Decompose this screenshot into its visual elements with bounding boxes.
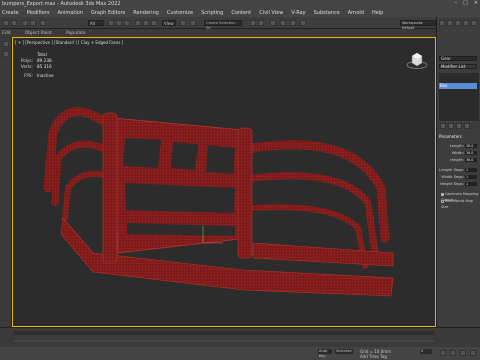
unlink-icon[interactable] xyxy=(30,20,36,26)
menu-rendering[interactable]: Rendering xyxy=(133,10,159,16)
command-panel: Gear Modifier List Box Parameters Length… xyxy=(436,17,480,327)
menu-create[interactable]: Create xyxy=(2,10,19,16)
display-tab-icon[interactable] xyxy=(471,20,477,26)
modifier-stack xyxy=(439,73,479,121)
menu-modifiers[interactable]: Modifiers xyxy=(27,10,50,16)
object-name-field[interactable]: Gear xyxy=(439,56,477,61)
maximize-icon[interactable]: □ xyxy=(463,0,468,6)
real-world-map-checkbox[interactable]: Real-World Map Size xyxy=(441,198,480,209)
parameters-rollout-header[interactable]: Parameters xyxy=(439,134,479,140)
next-frame-icon[interactable] xyxy=(450,350,456,356)
param-width-segs: Width Segs: 1 xyxy=(439,174,479,180)
window-title: bumpers_Export.max - Autodesk 3ds Max 20… xyxy=(2,1,121,7)
ribbon-tab-populate[interactable]: Populate xyxy=(66,31,86,36)
modifier-list-dropdown[interactable]: Modifier List xyxy=(439,64,477,69)
named-selection-set-field[interactable]: Create Selection Se xyxy=(204,20,242,30)
current-frame-field[interactable]: 0 xyxy=(420,349,432,354)
link-icon[interactable] xyxy=(22,20,28,26)
move-icon[interactable] xyxy=(135,20,141,26)
scale-icon[interactable] xyxy=(151,20,157,26)
orbit-icon[interactable] xyxy=(470,350,476,356)
minimize-icon[interactable]: – xyxy=(455,0,458,6)
menu-customize[interactable]: Customize xyxy=(167,10,193,16)
mirror-icon[interactable] xyxy=(250,20,256,26)
hierarchy-tab-icon[interactable] xyxy=(455,20,461,26)
select-object-icon[interactable] xyxy=(108,20,114,26)
bumper-mesh[interactable] xyxy=(13,38,437,328)
param-height-segs-spinner[interactable]: 1 xyxy=(465,182,477,186)
menu-animation[interactable]: Animation xyxy=(57,10,83,16)
layer-explorer-icon[interactable] xyxy=(3,51,9,57)
param-length-spinner[interactable]: 38.0 xyxy=(465,144,477,148)
menu-arnold[interactable]: Arnold xyxy=(348,10,364,16)
menu-scripting[interactable]: Scripting xyxy=(201,10,223,16)
time-slider[interactable] xyxy=(14,331,434,335)
material-editor-icon[interactable] xyxy=(270,20,276,26)
param-height-segs: Height Segs: 1 xyxy=(439,181,479,187)
undo-icon[interactable] xyxy=(3,20,9,26)
key-filter-dropdown[interactable]: Selected xyxy=(335,349,353,354)
remove-modifier-icon[interactable] xyxy=(464,123,470,129)
generate-mapping-checkbox[interactable]: Generate Mapping Coords. xyxy=(441,191,480,202)
ribbon-tabs: Edit Object Paint Populate xyxy=(0,29,480,37)
param-height-spinner[interactable]: 36.0 xyxy=(465,158,477,162)
zoom-extents-icon[interactable] xyxy=(460,350,466,356)
scene-explorer-icon[interactable] xyxy=(3,41,9,47)
menu-help[interactable]: Help xyxy=(372,10,383,16)
redo-icon[interactable] xyxy=(11,20,17,26)
selection-filter-dropdown[interactable]: All xyxy=(88,20,104,26)
close-icon[interactable]: × xyxy=(474,0,478,6)
status-bar: Grid = 10.0mm Add Time Tag Auto Key Sele… xyxy=(0,347,480,360)
snaps-toggle-icon[interactable] xyxy=(190,20,196,26)
render-icon[interactable] xyxy=(300,20,306,26)
rotate-icon[interactable] xyxy=(143,20,149,26)
menu-bar: Create Modifiers Animation Graph Editors… xyxy=(0,8,480,17)
make-unique-icon[interactable] xyxy=(456,123,462,129)
modify-tab-icon[interactable] xyxy=(447,20,453,26)
modifier-stack-item-box[interactable]: Box xyxy=(439,83,477,89)
param-length: Length: 38.0 xyxy=(439,143,479,149)
menu-content[interactable]: Content xyxy=(231,10,251,16)
reference-coord-dropdown[interactable]: View xyxy=(162,20,176,26)
pin-stack-icon[interactable] xyxy=(440,123,446,129)
param-length-segs: Length Segs: 1 xyxy=(439,167,479,173)
param-height: Height: 36.0 xyxy=(439,157,479,163)
perspective-viewport[interactable]: [ + ] [Perspective ] [Standard ] [ Clay … xyxy=(12,37,436,327)
menu-civil-view[interactable]: Civil View xyxy=(259,10,283,16)
timeline xyxy=(0,327,480,347)
add-time-tag[interactable]: Add Time Tag xyxy=(360,354,387,359)
param-width-segs-spinner[interactable]: 1 xyxy=(465,175,477,179)
render-setup-icon[interactable] xyxy=(280,20,286,26)
ribbon-tab-edit[interactable]: Edit xyxy=(2,31,11,36)
align-icon[interactable] xyxy=(258,20,264,26)
bind-space-warp-icon[interactable] xyxy=(40,20,46,26)
select-by-name-icon[interactable] xyxy=(116,20,122,26)
play-icon[interactable] xyxy=(440,350,446,356)
track-bar[interactable] xyxy=(14,337,434,345)
title-bar: bumpers_Export.max - Autodesk 3ds Max 20… xyxy=(0,0,480,8)
param-length-segs-spinner[interactable]: 1 xyxy=(465,168,477,172)
menu-graph-editors[interactable]: Graph Editors xyxy=(91,10,125,16)
param-width: Width: 36.0 xyxy=(439,150,479,156)
motion-tab-icon[interactable] xyxy=(463,20,469,26)
menu-vray[interactable]: V-Ray xyxy=(291,10,305,16)
show-end-result-icon[interactable] xyxy=(448,123,454,129)
render-frame-icon[interactable] xyxy=(290,20,296,26)
main-toolbar: All View Create Selection Se Workspaces:… xyxy=(0,17,480,30)
create-tab-icon[interactable] xyxy=(439,20,445,26)
rect-region-icon[interactable] xyxy=(124,20,130,26)
parameters-title: Parameters xyxy=(439,134,462,139)
autokey-button[interactable]: Auto Key xyxy=(318,349,332,358)
workspace-dropdown[interactable]: Workspaces: Default xyxy=(400,20,436,30)
menu-substance[interactable]: Substance xyxy=(314,10,340,16)
pivot-icon[interactable] xyxy=(180,20,186,26)
param-width-spinner[interactable]: 36.0 xyxy=(465,151,477,155)
ribbon-tab-object-paint[interactable]: Object Paint xyxy=(25,31,52,36)
window-controls: – □ × xyxy=(455,0,478,6)
left-tool-strip xyxy=(0,37,12,327)
